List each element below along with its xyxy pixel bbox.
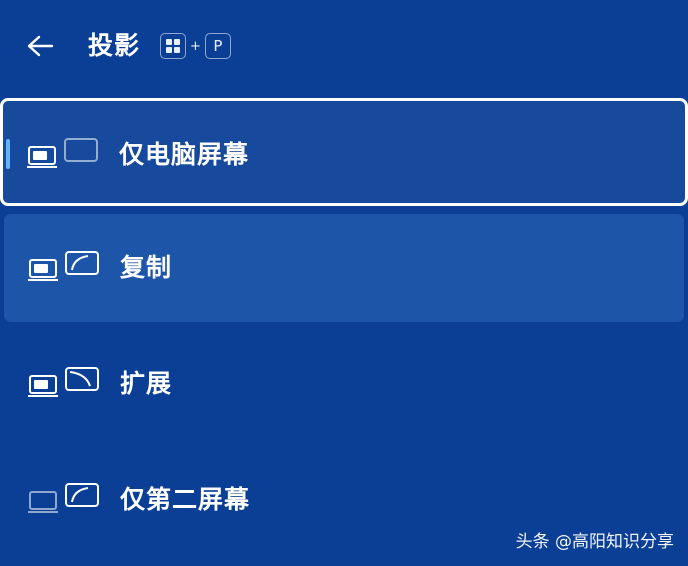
page-title: 投影 [88,31,141,60]
windows-logo-icon [166,39,180,53]
watermark: 头条 @高阳知识分享 [515,532,674,552]
option-pc-screen-only[interactable]: 仅电脑屏幕 [0,98,688,206]
option-label: 仅第二屏幕 [120,485,251,514]
arrow-left-icon [27,35,54,57]
second-screen-only-icon [28,483,99,513]
extend-icon [28,367,99,397]
panel-header: 投影 + P [0,0,688,92]
back-button[interactable] [20,28,60,64]
duplicate-icon [28,251,99,281]
project-panel: 投影 + P 仅电脑屏幕 复制 扩展 仅第二屏幕 头条 @高阳知识分享 [0,0,688,566]
keyboard-shortcut: + P [160,32,231,60]
windows-key [160,33,186,59]
pc-screen-only-icon [27,138,98,168]
option-extend[interactable]: 扩展 [4,330,684,438]
option-label: 仅电脑屏幕 [119,140,250,169]
shortcut-plus: + [190,38,201,54]
selected-indicator [6,139,10,169]
p-key: P [204,33,231,59]
option-label: 复制 [120,253,173,282]
option-label: 扩展 [120,369,173,398]
option-duplicate[interactable]: 复制 [4,214,684,322]
